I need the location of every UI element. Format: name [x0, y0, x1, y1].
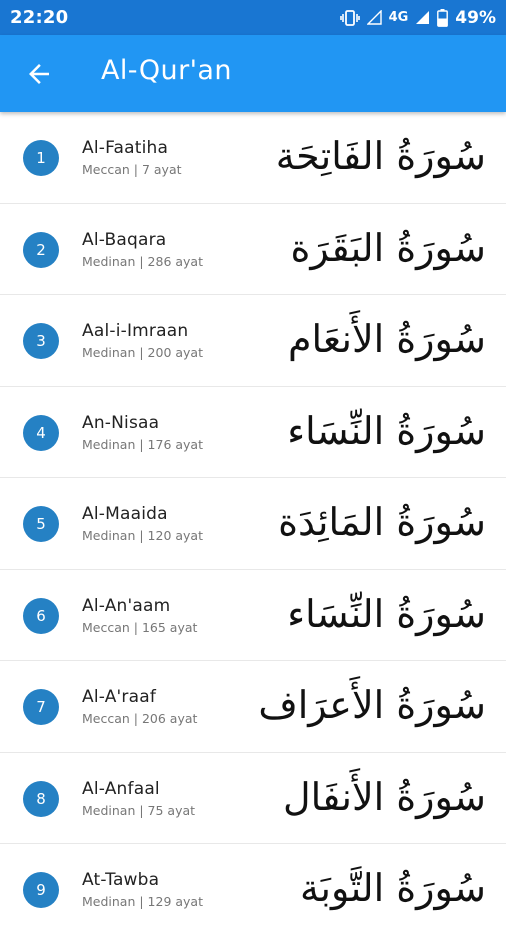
surah-number-badge: 5 — [23, 506, 59, 542]
surah-meta: Meccan | 165 ayat — [82, 619, 198, 635]
surah-name: Al-An'aam — [82, 595, 171, 616]
surah-name: At-Tawba — [82, 870, 160, 890]
surah-name: An-Nisaa — [82, 412, 160, 433]
vibrate-icon — [339, 9, 360, 26]
surah-arabic-calligraphy: سُورَةُ الأَنفَال — [282, 774, 486, 819]
signal-empty-icon — [366, 10, 382, 25]
list-item[interactable]: 5 Al-Maaida Medinan | 120 ayat سُورَةُ ا… — [0, 478, 506, 570]
surah-arabic-calligraphy: سُورَةُ التَّوبَة — [300, 866, 486, 910]
surah-arabic-calligraphy: سُورَةُ الأَنعَام — [287, 317, 486, 361]
surah-arabic-calligraphy: سُورَةُ المَائِدَة — [278, 500, 486, 544]
list-item[interactable]: 8 Al-Anfaal Medinan | 75 ayat سُورَةُ ال… — [0, 752, 506, 844]
surah-arabic-calligraphy: سُورَةُ البَقَرَة — [290, 225, 486, 270]
list-item[interactable]: 4 An-Nisaa Medinan | 176 ayat سُورَةُ ال… — [0, 386, 506, 478]
surah-name: Aal-i-Imraan — [82, 321, 189, 341]
surah-number-badge: 3 — [23, 323, 59, 359]
surah-name: Al-Faatiha — [82, 138, 169, 158]
surah-meta: Meccan | 206 ayat — [82, 711, 198, 726]
surah-meta: Medinan | 129 ayat — [82, 894, 203, 909]
surah-list: 1 Al-Faatiha Meccan | 7 ayat سُورَةُ الف… — [0, 112, 506, 935]
list-item[interactable]: 9 At-Tawba Medinan | 129 ayat سُورَةُ ال… — [0, 844, 506, 935]
surah-meta: Medinan | 75 ayat — [82, 802, 196, 818]
list-item[interactable]: 6 Al-An'aam Meccan | 165 ayat سُورَةُ ال… — [0, 569, 506, 661]
surah-meta: Medinan | 200 ayat — [82, 345, 203, 360]
surah-number-badge: 8 — [23, 780, 59, 817]
battery-percent: 49% — [455, 7, 496, 28]
network-type: 4G — [388, 10, 409, 25]
status-bar: 22:20 4G 49% — [0, 0, 506, 35]
surah-number-badge: 2 — [23, 231, 59, 268]
list-item[interactable]: 2 Al-Baqara Medinan | 286 ayat سُورَةُ ا… — [0, 203, 506, 295]
arrow-back-icon[interactable] — [24, 59, 54, 89]
app-bar: Al-Qur'an — [0, 35, 506, 112]
surah-arabic-calligraphy: سُورَةُ الفَاتِحَة — [275, 134, 486, 178]
surah-number-badge: 7 — [23, 689, 59, 725]
battery-icon — [437, 8, 449, 27]
surah-arabic-calligraphy: سُورَةُ النِّسَاء — [287, 408, 486, 453]
surah-number-badge: 1 — [23, 140, 59, 176]
surah-name: Al-Maaida — [82, 504, 168, 524]
surah-meta: Meccan | 7 ayat — [82, 162, 182, 177]
surah-name: Al-Anfaal — [82, 778, 160, 799]
list-item[interactable]: 1 Al-Faatiha Meccan | 7 ayat سُورَةُ الف… — [0, 112, 506, 204]
list-item[interactable]: 7 Al-A'raaf Meccan | 206 ayat سُورَةُ ال… — [0, 661, 506, 753]
surah-number-badge: 4 — [23, 414, 59, 451]
surah-meta: Medinan | 120 ayat — [82, 528, 203, 543]
list-item[interactable]: 3 Aal-i-Imraan Medinan | 200 ayat سُورَة… — [0, 295, 506, 387]
page-title: Al-Qur'an — [101, 55, 232, 86]
signal-icon — [416, 11, 430, 24]
surah-arabic-calligraphy: سُورَةُ النِّسَاء — [287, 591, 486, 636]
surah-number-badge: 9 — [23, 872, 59, 908]
status-time: 22:20 — [10, 7, 69, 28]
surah-name: Al-A'raaf — [82, 687, 157, 707]
status-icons: 4G 49% — [339, 7, 496, 28]
surah-name: Al-Baqara — [82, 229, 167, 250]
surah-meta: Medinan | 176 ayat — [82, 436, 203, 452]
surah-number-badge: 6 — [23, 597, 59, 634]
surah-arabic-calligraphy: سُورَةُ الأَعرَاف — [258, 683, 486, 727]
surah-meta: Medinan | 286 ayat — [82, 253, 203, 269]
